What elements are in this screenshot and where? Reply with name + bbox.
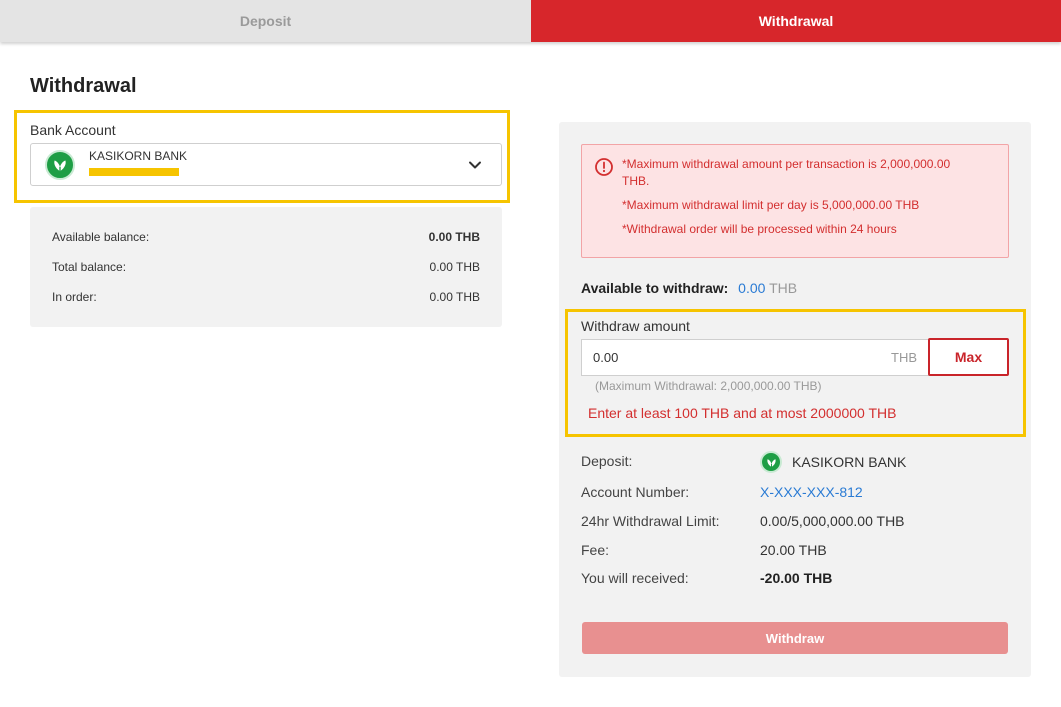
available-balance-label: Available balance:: [52, 230, 150, 244]
withdrawal-limit-value: 0.00/5,000,000.00 THB: [760, 513, 905, 529]
tab-bar: Deposit Withdrawal: [0, 0, 1061, 42]
alert-max-per-transaction: *Maximum withdrawal amount per transacti…: [622, 157, 951, 171]
bank-account-select[interactable]: KASIKORN BANK: [30, 143, 502, 186]
withdraw-amount-label: Withdraw amount: [581, 318, 690, 334]
redacted-account-mask: [89, 168, 179, 176]
balance-summary: Available balance: 0.00 THB Total balanc…: [30, 207, 502, 327]
withdraw-button[interactable]: Withdraw: [582, 622, 1008, 654]
fee-value: 20.00 THB: [760, 542, 827, 558]
receive-label: You will received:: [581, 570, 689, 586]
chevron-down-icon: [469, 161, 481, 169]
available-to-withdraw-value: 0.00: [738, 280, 766, 296]
available-to-withdraw-unit: THB: [769, 280, 798, 296]
fee-label: Fee:: [581, 542, 610, 558]
alert-processing-time: *Withdrawal order will be processed with…: [622, 222, 897, 236]
available-balance-value: 0.00 THB: [428, 230, 480, 244]
withdrawal-limit-label: 24hr Withdrawal Limit:: [581, 513, 720, 529]
deposit-bank-name: KASIKORN BANK: [792, 454, 907, 470]
withdrawal-limits-alert: *Maximum withdrawal amount per transacti…: [581, 144, 1009, 258]
available-to-withdraw: Available to withdraw: 0.00 THB: [581, 280, 797, 296]
max-withdrawal-hint: (Maximum Withdrawal: 2,000,000.00 THB): [595, 379, 822, 393]
alert-max-per-transaction-unit: THB.: [622, 174, 650, 188]
account-number-label: Account Number:: [581, 484, 690, 500]
total-balance-value: 0.00 THB: [429, 260, 480, 274]
in-order-row: In order: 0.00 THB: [52, 290, 480, 304]
bank-account-label: Bank Account: [30, 122, 116, 138]
receive-value: -20.00 THB: [760, 570, 833, 586]
max-button[interactable]: Max: [928, 338, 1009, 376]
in-order-label: In order:: [52, 290, 97, 304]
selected-bank-name: KASIKORN BANK: [89, 149, 188, 163]
total-balance-label: Total balance:: [52, 260, 127, 274]
error-circle-icon: [595, 158, 613, 176]
available-to-withdraw-label: Available to withdraw:: [581, 280, 729, 296]
kasikorn-bank-logo-icon: [760, 451, 782, 473]
kasikorn-bank-logo-icon: [45, 150, 75, 180]
alert-max-per-day: *Maximum withdrawal limit per day is 5,0…: [622, 198, 920, 212]
account-number-value: X-XXX-XXX-812: [760, 484, 863, 500]
available-balance-row: Available balance: 0.00 THB: [52, 230, 480, 244]
withdraw-amount-unit: THB: [891, 350, 917, 365]
deposit-bank: KASIKORN BANK: [760, 451, 906, 473]
page-title: Withdrawal: [30, 75, 137, 97]
tab-withdrawal[interactable]: Withdrawal: [531, 0, 1061, 42]
in-order-value: 0.00 THB: [429, 290, 480, 304]
withdraw-amount-input[interactable]: [582, 340, 872, 375]
amount-validation-error: Enter at least 100 THB and at most 20000…: [588, 405, 897, 421]
tab-deposit[interactable]: Deposit: [0, 0, 531, 42]
withdraw-amount-field: THB: [581, 339, 929, 376]
deposit-label: Deposit:: [581, 453, 633, 469]
total-balance-row: Total balance: 0.00 THB: [52, 260, 480, 274]
